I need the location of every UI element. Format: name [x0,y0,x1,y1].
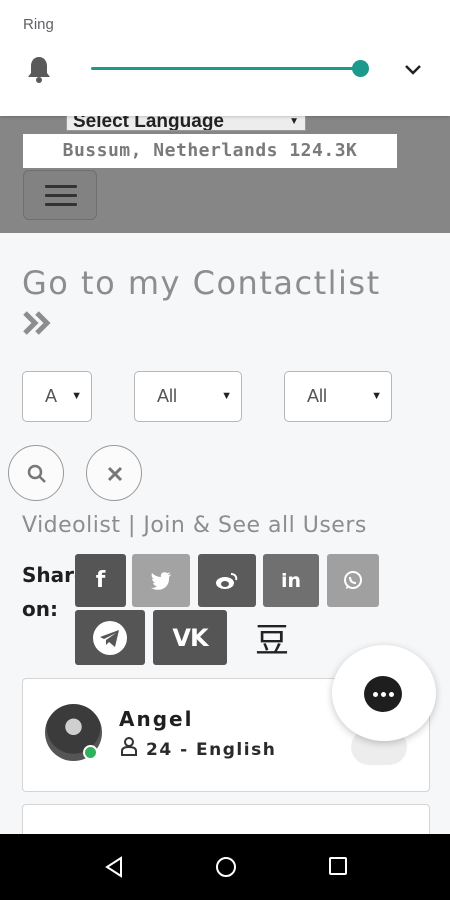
contactlist-link[interactable]: Go to my Contactlist [22,264,381,302]
hamburger-icon-bar [45,194,77,197]
filter-select-2-value: All [157,386,178,406]
facebook-share-button[interactable]: f [75,554,126,607]
location-badge: Bussum, Netherlands 124.3K [23,134,397,168]
douban-share-button[interactable]: 豆 [235,610,309,665]
filter-select-1[interactable]: A ▼ [22,371,92,422]
douban-icon: 豆 [255,621,289,661]
filter-select-1-value: A [45,386,58,406]
user-name[interactable]: Angel [119,707,193,731]
online-status-dot [83,745,98,760]
weibo-icon [216,572,238,589]
bell-icon[interactable] [25,54,53,84]
system-nav-bar [0,834,450,900]
linkedin-share-button[interactable]: in [263,554,319,607]
chevron-down-icon[interactable] [401,58,425,82]
videolist-link[interactable]: Videolist | Join & See all Users [22,513,367,538]
twitter-share-button[interactable] [132,554,190,607]
search-icon [27,464,46,483]
hamburger-icon-bar [45,203,77,206]
hamburger-icon-bar [45,185,77,188]
dot-icon [389,692,394,697]
user-age-language: 24 - English [146,740,277,760]
volume-panel: Ring [0,0,450,116]
volume-slider-track[interactable] [91,67,361,70]
share-label: Share on: [22,563,88,621]
dot-icon [373,692,378,697]
clear-button[interactable] [86,445,142,501]
caret-down-icon: ▼ [71,390,82,402]
back-icon[interactable] [104,856,124,878]
volume-stream-label: Ring [23,16,54,33]
recents-icon[interactable] [328,856,348,876]
whatsapp-icon [344,570,362,589]
linkedin-icon: in [280,569,302,592]
vk-icon: VK [172,623,208,652]
caret-down-icon: ▼ [371,390,382,402]
dot-icon [381,692,386,697]
volume-slider-thumb[interactable] [352,60,369,77]
filter-select-3-value: All [307,386,328,406]
vk-share-button[interactable]: VK [153,610,227,665]
whatsapp-share-button[interactable] [327,554,379,607]
telegram-icon [93,620,127,655]
close-icon [107,466,123,482]
double-chevron-right-icon[interactable] [22,310,54,336]
home-icon[interactable] [215,856,237,878]
search-button[interactable] [8,445,64,501]
twitter-icon [151,571,171,590]
facebook-icon: f [95,568,106,593]
filter-select-3[interactable]: All ▼ [284,371,392,422]
weibo-share-button[interactable] [198,554,256,607]
chat-button[interactable] [332,645,436,741]
person-icon [121,737,137,756]
chat-bubble-icon [364,676,402,712]
hamburger-menu-button[interactable] [23,170,97,220]
telegram-share-button[interactable] [75,610,145,665]
filter-select-2[interactable]: All ▼ [134,371,242,422]
caret-down-icon: ▼ [221,390,232,402]
